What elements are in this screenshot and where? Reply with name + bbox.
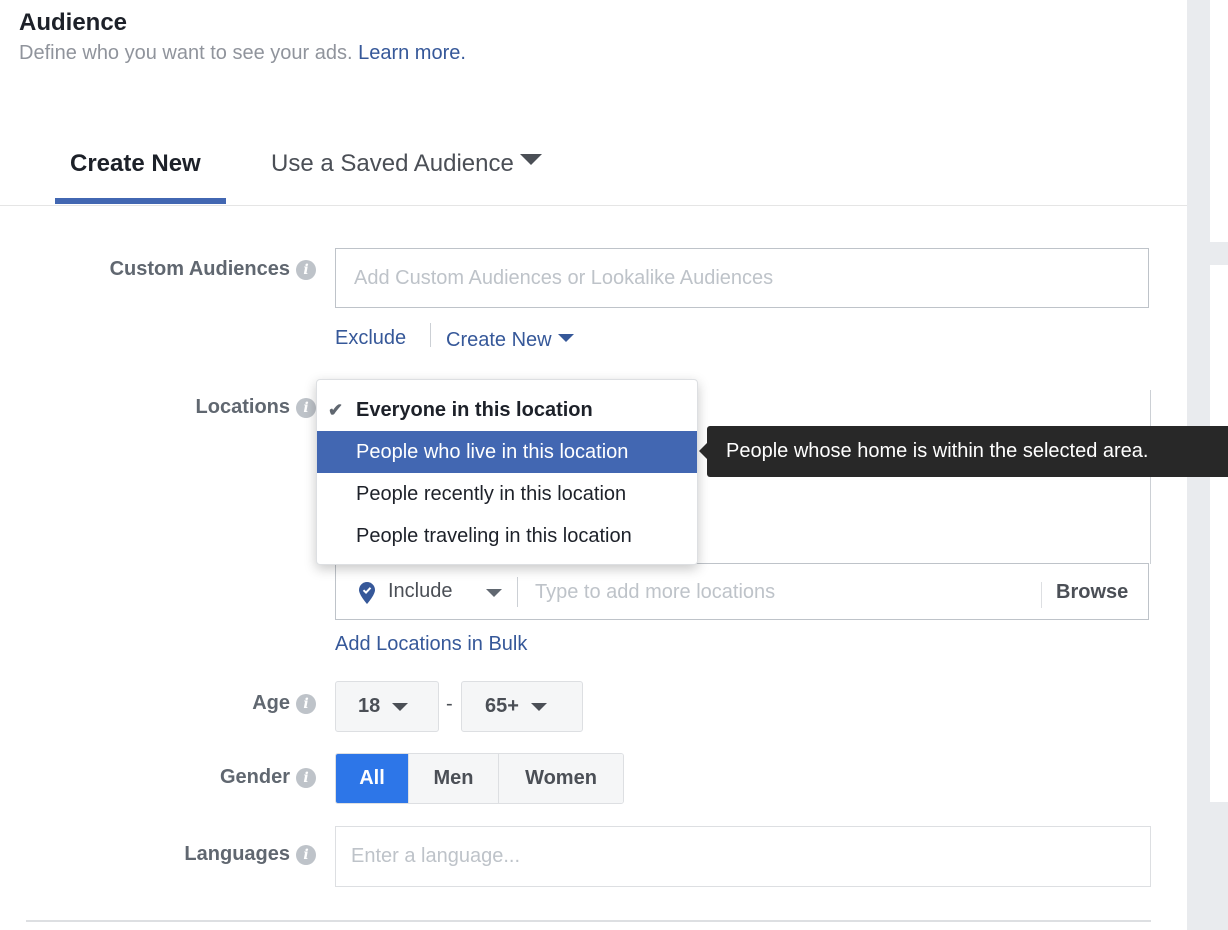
- placeholder: Add Custom Audiences or Lookalike Audien…: [354, 266, 774, 289]
- menu-item-label: People traveling in this location: [356, 525, 632, 547]
- learn-more-link[interactable]: Learn more.: [358, 42, 466, 64]
- location-search-input[interactable]: Type to add more locations: [535, 581, 775, 604]
- exclude-link[interactable]: Exclude: [335, 327, 406, 350]
- subtitle-text: Define who you want to see your ads.: [19, 42, 353, 64]
- tooltip-arrow: [699, 443, 707, 459]
- age-max-select[interactable]: 65+: [461, 681, 583, 732]
- label-text: Languages: [184, 843, 290, 865]
- caret-down-icon[interactable]: [486, 589, 502, 597]
- tab-use-saved-audience[interactable]: Use a Saved Audience: [271, 150, 542, 178]
- label-text: Age: [252, 692, 290, 714]
- checkmark-icon: ✔: [328, 400, 344, 420]
- menu-item-label: People recently in this location: [356, 483, 627, 505]
- section-subtitle: Define who you want to see your ads. Lea…: [19, 42, 466, 65]
- link-separator: [430, 323, 431, 347]
- menu-item-everyone[interactable]: ✔ Everyone in this location: [317, 389, 697, 431]
- include-label: Include: [388, 580, 453, 602]
- menu-item-recently[interactable]: People recently in this location: [317, 473, 697, 515]
- browse-button[interactable]: Browse: [1056, 581, 1128, 604]
- section-title: Audience: [19, 9, 128, 36]
- include-dropdown[interactable]: Include: [388, 580, 453, 603]
- locations-label: Locations i: [196, 396, 316, 419]
- label-text: Custom Audiences: [109, 258, 290, 280]
- custom-audiences-input[interactable]: Add Custom Audiences or Lookalike Audien…: [335, 248, 1149, 308]
- gender-women-button[interactable]: Women: [498, 754, 623, 803]
- age-min-select[interactable]: 18: [335, 681, 439, 732]
- pin-check-icon: [359, 582, 375, 609]
- menu-item-live[interactable]: People who live in this location: [317, 431, 697, 473]
- separator: [1041, 582, 1042, 608]
- gender-all-button[interactable]: All: [336, 754, 408, 803]
- location-type-menu: ✔ Everyone in this location People who l…: [316, 379, 698, 565]
- info-icon[interactable]: i: [296, 845, 316, 865]
- add-locations-bulk-link[interactable]: Add Locations in Bulk: [335, 633, 527, 656]
- caret-down-icon: [530, 702, 547, 711]
- create-new-label: Create New: [446, 329, 552, 351]
- info-icon[interactable]: i: [296, 694, 316, 714]
- info-icon[interactable]: i: [296, 398, 316, 418]
- custom-audiences-label: Custom Audiences i: [110, 258, 316, 281]
- menu-item-traveling[interactable]: People traveling in this location: [317, 515, 697, 557]
- menu-item-label: People who live in this location: [356, 441, 629, 463]
- active-tab-indicator: [55, 198, 226, 204]
- tab-label: Use a Saved Audience: [271, 150, 514, 177]
- age-separator: -: [446, 693, 453, 715]
- caret-down-icon: [519, 154, 542, 165]
- age-min-value: 18: [358, 695, 381, 717]
- create-new-dropdown[interactable]: Create New: [446, 329, 574, 352]
- age-label: Age i: [252, 692, 316, 715]
- label-text: Gender: [219, 766, 290, 788]
- tab-divider: [0, 205, 1187, 206]
- tab-create-new[interactable]: Create New: [70, 150, 201, 178]
- languages-input[interactable]: Enter a language...: [335, 826, 1151, 887]
- tooltip: People whose home is within the selected…: [707, 426, 1228, 477]
- label-text: Locations: [195, 396, 290, 418]
- info-icon[interactable]: i: [296, 768, 316, 788]
- age-max-value: 65+: [485, 695, 519, 717]
- caret-down-icon: [392, 702, 409, 711]
- caret-down-icon: [557, 334, 574, 342]
- gender-label: Gender i: [220, 766, 316, 789]
- gender-selector: All Men Women: [335, 753, 624, 804]
- info-icon[interactable]: i: [296, 260, 316, 280]
- languages-label: Languages i: [184, 843, 316, 866]
- placeholder: Enter a language...: [351, 845, 521, 867]
- gender-men-button[interactable]: Men: [408, 754, 498, 803]
- side-panel-top: [1210, 0, 1228, 242]
- side-panel-middle: [1210, 265, 1228, 802]
- location-search-bar: Include Type to add more locations Brows…: [335, 563, 1149, 620]
- separator: [517, 577, 518, 607]
- menu-item-label: Everyone in this location: [356, 399, 593, 421]
- section-divider: [26, 920, 1151, 922]
